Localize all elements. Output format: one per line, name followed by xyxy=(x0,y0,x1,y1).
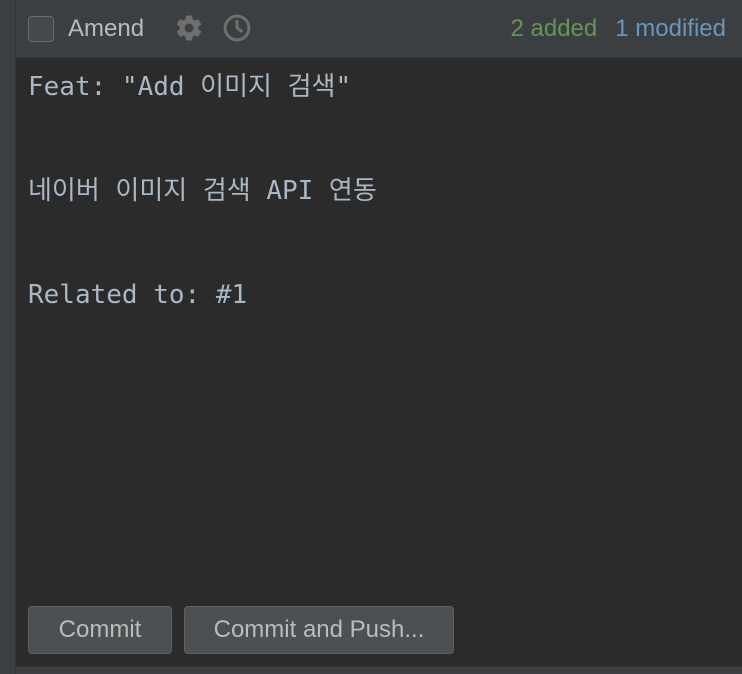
bottom-status-strip xyxy=(16,666,742,674)
changes-summary: 2 added 1 modified xyxy=(511,15,727,43)
gear-icon[interactable] xyxy=(174,13,204,43)
commit-panel: Amend 2 added 1 modified Feat: "Add 이미지 … xyxy=(16,0,742,674)
modified-count[interactable]: 1 modified xyxy=(615,15,726,43)
clock-icon[interactable] xyxy=(222,13,252,43)
commit-message-line: 네이버 이미지 검색 API 연동 xyxy=(28,176,377,206)
left-panel-edge xyxy=(0,0,16,674)
amend-checkbox[interactable] xyxy=(28,16,54,42)
commit-message-line: Related to: #1 xyxy=(28,280,248,310)
commit-button[interactable]: Commit xyxy=(28,606,172,654)
commit-message-editor[interactable]: Feat: "Add 이미지 검색" 네이버 이미지 검색 API 연동 Rel… xyxy=(16,58,742,593)
commit-message-line: Feat: "Add 이미지 검색" xyxy=(28,72,352,102)
commit-and-push-button[interactable]: Commit and Push... xyxy=(184,606,454,654)
commit-toolbar: Amend 2 added 1 modified xyxy=(16,0,742,58)
added-count[interactable]: 2 added xyxy=(511,15,598,43)
amend-label[interactable]: Amend xyxy=(68,15,144,43)
